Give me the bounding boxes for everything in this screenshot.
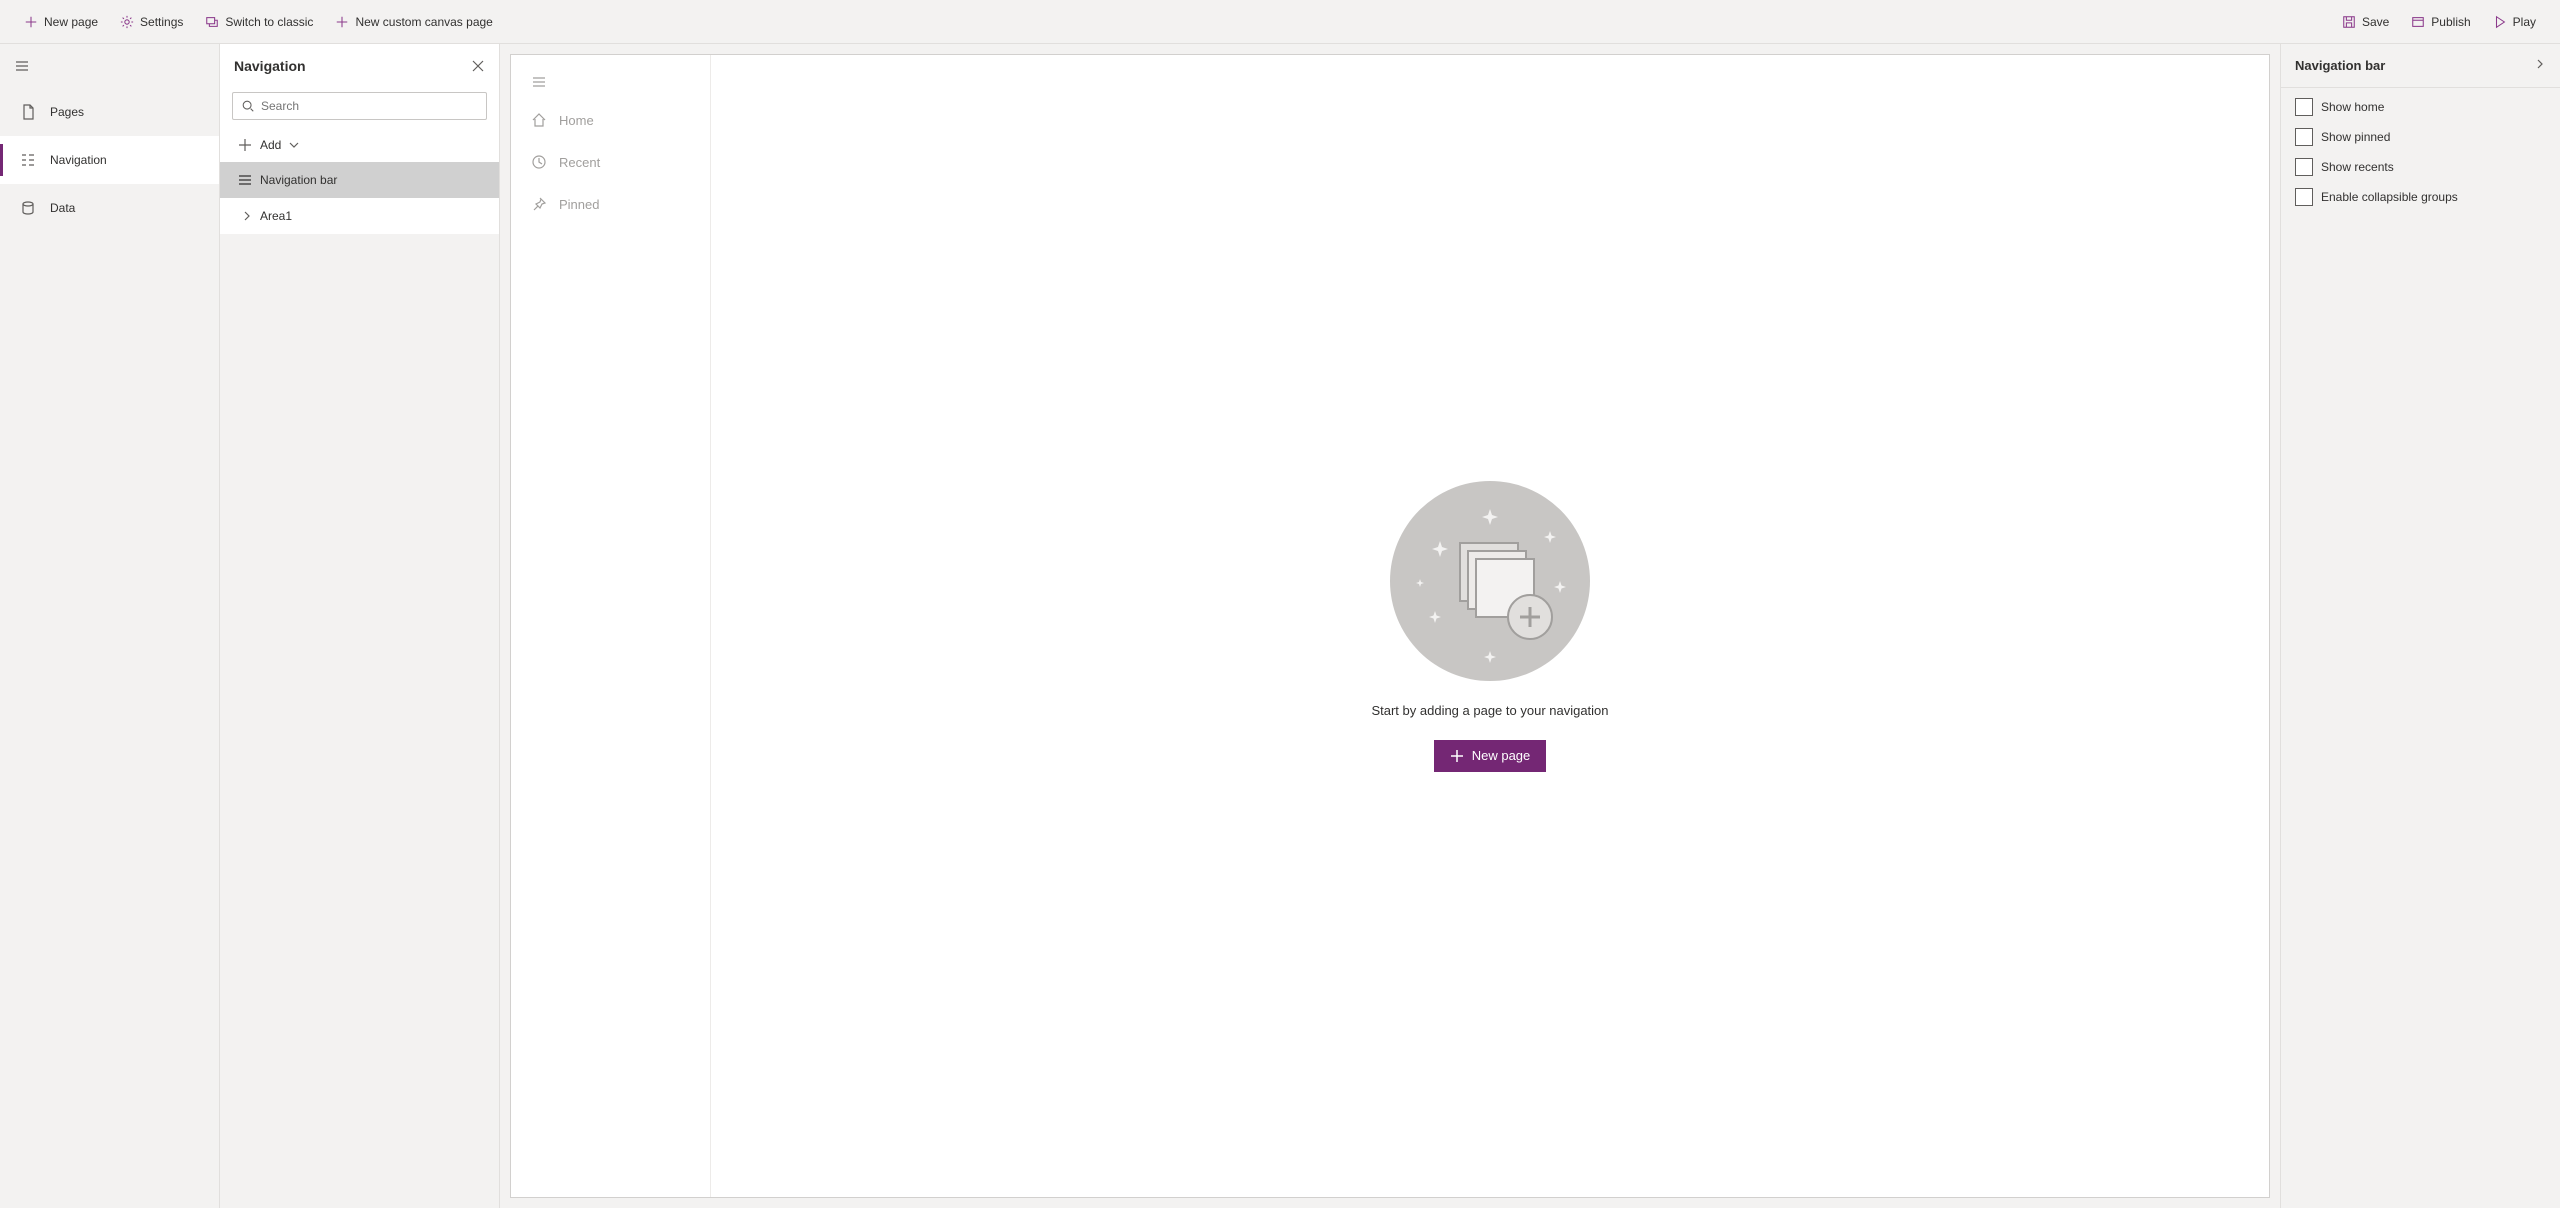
nav-panel-title: Navigation xyxy=(234,58,306,74)
rail-item-navigation[interactable]: Navigation xyxy=(0,136,219,184)
left-rail: Pages Navigation Data xyxy=(0,44,220,1208)
canvas-nav: Home Recent Pinned xyxy=(511,55,711,1197)
check-label: Enable collapsible groups xyxy=(2321,190,2458,204)
publish-label: Publish xyxy=(2431,15,2470,29)
plus-icon xyxy=(1450,749,1464,763)
toolbar-right: Save Publish Play xyxy=(2332,9,2546,35)
canvas-nav-pinned[interactable]: Pinned xyxy=(511,183,710,225)
check-label: Show recents xyxy=(2321,160,2394,174)
play-button[interactable]: Play xyxy=(2483,9,2546,35)
navbar-icon xyxy=(238,173,252,187)
search-box[interactable] xyxy=(232,92,487,120)
new-canvas-label: New custom canvas page xyxy=(355,15,492,29)
pin-icon xyxy=(531,196,547,212)
chevron-right-icon[interactable] xyxy=(2534,58,2546,73)
page-icon xyxy=(20,104,36,120)
save-icon xyxy=(2342,15,2356,29)
new-canvas-button[interactable]: New custom canvas page xyxy=(325,9,502,35)
play-label: Play xyxy=(2513,15,2536,29)
play-icon xyxy=(2493,15,2507,29)
add-button[interactable]: Add xyxy=(232,134,487,156)
home-icon xyxy=(531,112,547,128)
check-show-pinned[interactable]: Show pinned xyxy=(2295,128,2546,146)
nav-search-wrap xyxy=(220,88,499,128)
checkbox[interactable] xyxy=(2295,128,2313,146)
close-icon[interactable] xyxy=(471,59,485,73)
plus-icon xyxy=(238,138,252,152)
canvas-wrap: Home Recent Pinned xyxy=(500,44,2280,1208)
nav-add-wrap: Add xyxy=(220,128,499,162)
new-page-label: New page xyxy=(44,15,98,29)
switch-classic-label: Switch to classic xyxy=(225,15,313,29)
publish-icon xyxy=(2411,15,2425,29)
prop-body: Show home Show pinned Show recents Enabl… xyxy=(2281,88,2560,216)
rail-item-data[interactable]: Data xyxy=(0,184,219,232)
canvas: Home Recent Pinned xyxy=(510,54,2270,1198)
tree-area1[interactable]: Area1 xyxy=(220,198,499,234)
tree-label: Navigation bar xyxy=(260,173,337,187)
canvas-empty-state: Start by adding a page to your navigatio… xyxy=(711,55,2269,1197)
plus-icon xyxy=(335,15,349,29)
settings-label: Settings xyxy=(140,15,183,29)
canvas-nav-hamburger[interactable] xyxy=(511,65,710,99)
add-label: Add xyxy=(260,138,281,152)
check-show-home[interactable]: Show home xyxy=(2295,98,2546,116)
tree-navigation-bar[interactable]: Navigation bar xyxy=(220,162,499,198)
new-page-btn-label: New page xyxy=(1472,748,1531,763)
data-icon xyxy=(20,200,36,216)
empty-illustration xyxy=(1390,481,1590,681)
toolbar-left: New page Settings Switch to classic New … xyxy=(14,9,503,35)
nav-tree: Navigation bar Area1 xyxy=(220,162,499,1208)
canvas-nav-label: Home xyxy=(559,113,594,128)
chevron-down-icon xyxy=(289,140,299,150)
top-toolbar: New page Settings Switch to classic New … xyxy=(0,0,2560,44)
chevron-right-icon xyxy=(242,211,252,221)
check-label: Show home xyxy=(2321,100,2384,114)
save-button[interactable]: Save xyxy=(2332,9,2399,35)
main-layout: Pages Navigation Data Navigation xyxy=(0,44,2560,1208)
switch-classic-button[interactable]: Switch to classic xyxy=(195,9,323,35)
navigation-panel: Navigation Add Navigation bar xyxy=(220,44,500,1208)
check-show-recents[interactable]: Show recents xyxy=(2295,158,2546,176)
prop-header: Navigation bar xyxy=(2281,44,2560,88)
gear-icon xyxy=(120,15,134,29)
nav-panel-header: Navigation xyxy=(220,44,499,88)
canvas-nav-home[interactable]: Home xyxy=(511,99,710,141)
check-label: Show pinned xyxy=(2321,130,2390,144)
search-input[interactable] xyxy=(261,99,478,113)
checkbox[interactable] xyxy=(2295,158,2313,176)
property-panel: Navigation bar Show home Show pinned Sho… xyxy=(2280,44,2560,1208)
checkbox[interactable] xyxy=(2295,98,2313,116)
canvas-nav-recent[interactable]: Recent xyxy=(511,141,710,183)
rail-label: Data xyxy=(50,201,75,215)
rail-label: Pages xyxy=(50,105,84,119)
rail-item-pages[interactable]: Pages xyxy=(0,88,219,136)
clock-icon xyxy=(531,154,547,170)
navigation-icon xyxy=(20,152,36,168)
save-label: Save xyxy=(2362,15,2389,29)
canvas-new-page-button[interactable]: New page xyxy=(1434,740,1547,772)
search-icon xyxy=(241,99,255,113)
hamburger-icon xyxy=(531,74,547,90)
prop-title: Navigation bar xyxy=(2295,58,2385,73)
empty-text: Start by adding a page to your navigatio… xyxy=(1371,703,1608,718)
check-collapsible-groups[interactable]: Enable collapsible groups xyxy=(2295,188,2546,206)
settings-button[interactable]: Settings xyxy=(110,9,193,35)
plus-icon xyxy=(24,15,38,29)
rail-hamburger[interactable] xyxy=(0,44,219,88)
tree-label: Area1 xyxy=(260,209,292,223)
canvas-nav-label: Recent xyxy=(559,155,600,170)
publish-button[interactable]: Publish xyxy=(2401,9,2480,35)
checkbox[interactable] xyxy=(2295,188,2313,206)
new-page-button[interactable]: New page xyxy=(14,9,108,35)
rail-label: Navigation xyxy=(50,153,107,167)
switch-icon xyxy=(205,15,219,29)
canvas-nav-label: Pinned xyxy=(559,197,599,212)
